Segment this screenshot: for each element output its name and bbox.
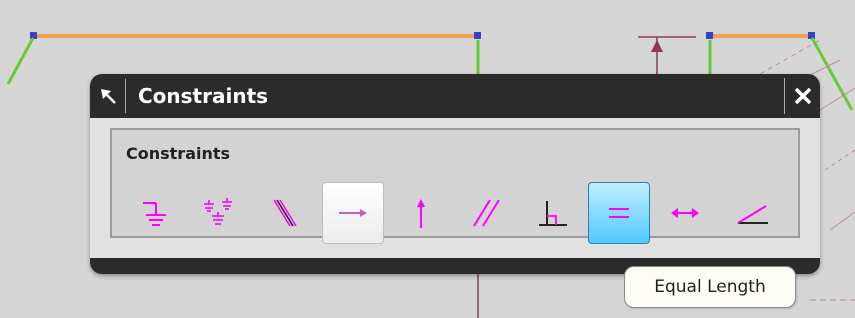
sketch-point[interactable] — [474, 32, 481, 39]
parallel-button[interactable] — [456, 182, 518, 244]
group-label: Constraints — [126, 144, 231, 163]
equal-length-button[interactable] — [588, 182, 650, 244]
dialog-title: Constraints — [138, 84, 269, 108]
parallel-icon — [473, 199, 500, 227]
constant-length-button[interactable] — [654, 182, 716, 244]
fixed-button[interactable] — [124, 182, 186, 244]
horizontal-button[interactable] — [322, 182, 384, 244]
dialog-body: Constraints — [90, 118, 820, 258]
coincident-icon — [273, 199, 297, 227]
pin-icon — [100, 89, 116, 104]
dialog-titlebar[interactable]: Constraints — [90, 74, 820, 118]
fully-fixed-button[interactable] — [188, 182, 250, 244]
sketch-point[interactable] — [706, 32, 713, 39]
constant-angle-button[interactable] — [722, 182, 784, 244]
constraints-dialog: Constraints Constraints — [90, 74, 820, 274]
sketch-point[interactable] — [808, 32, 815, 39]
constant-length-icon — [671, 208, 699, 218]
perpendicular-icon — [539, 201, 567, 226]
sketch-point[interactable] — [30, 32, 37, 39]
coincident-button[interactable] — [252, 182, 314, 244]
close-button[interactable] — [784, 78, 820, 114]
horizontal-icon — [339, 209, 367, 217]
tooltip: Equal Length — [624, 266, 796, 308]
constraints-group: Constraints — [110, 128, 800, 244]
close-icon — [794, 87, 811, 105]
perpendicular-button[interactable] — [522, 182, 584, 244]
vertical-icon — [417, 199, 425, 228]
vertical-button[interactable] — [390, 182, 452, 244]
constant-angle-icon — [737, 205, 768, 224]
fixed-icon — [143, 202, 166, 226]
fully-fixed-icon — [204, 198, 232, 225]
equal-length-icon — [609, 208, 629, 218]
pin-button[interactable] — [90, 79, 126, 113]
